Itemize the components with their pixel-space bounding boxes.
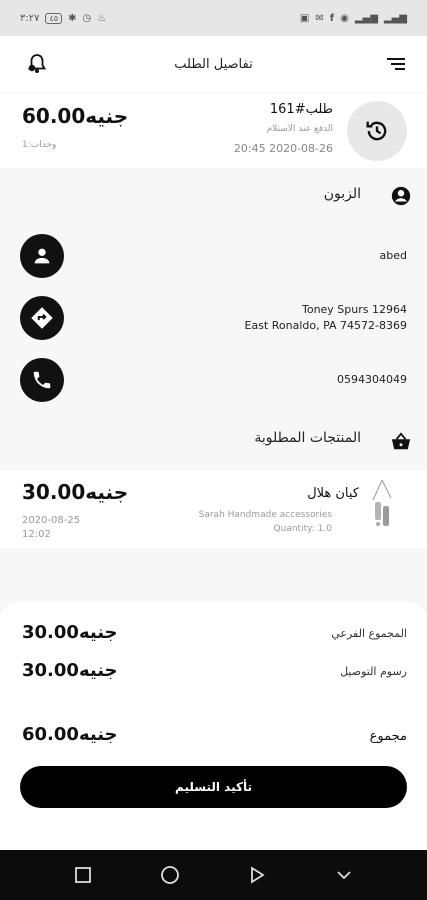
system-nav-bar (0, 850, 427, 900)
product-date-time: 12:02 (22, 529, 51, 540)
recents-button[interactable] (68, 860, 98, 890)
product-date: 2020-08-25 12:02 (22, 514, 80, 542)
mail-icon: ✉ (315, 12, 324, 24)
order-totals-panel: 30.00جنيه المجموع الفرعي 30.00جنيه رسوم … (0, 602, 427, 850)
app-notification-icon: ▣ (299, 12, 310, 24)
alarm-icon: ◷ (82, 12, 92, 24)
customer-address-row[interactable]: Toney Spurs 12964 East Ronaldo, PA 74572… (0, 296, 427, 340)
product-date-day: 2020-08-25 (22, 515, 81, 526)
subtotal-label: المجموع الفرعي (331, 627, 407, 640)
product-quantity: Quantity: 1.0 (273, 524, 332, 534)
page-title: تفاصيل الطلب (174, 56, 253, 72)
signal-icon: ▂▄▆ (354, 12, 378, 24)
menu-icon[interactable] (381, 49, 411, 79)
account-circle-icon (389, 184, 413, 208)
total-label: مجموع (369, 729, 407, 744)
status-time: ٣:٢٧ (20, 12, 40, 24)
customer-name: abed (379, 249, 407, 262)
signal-icon-2: ▂▄▆ (383, 12, 407, 24)
product-image (365, 478, 399, 538)
customer-name-row: abed (0, 234, 427, 278)
address-line-1: Toney Spurs 12964 (301, 303, 407, 316)
subtotal-value: 30.00جنيه (22, 622, 118, 643)
confirm-delivery-button[interactable]: تأكيد التسليم (20, 766, 407, 808)
notification-icon: ♨ (97, 12, 107, 24)
order-number: طلب#161 (269, 102, 333, 117)
chevron-down-icon[interactable] (329, 860, 359, 890)
customer-phone: 0594304049 (337, 373, 407, 386)
customer-address: Toney Spurs 12964 East Ronaldo, PA 74572… (245, 302, 408, 334)
bluetooth-icon: ✱ (68, 12, 77, 24)
product-item[interactable]: 30.00جنيه 2020-08-25 12:02 كيان هلال Sar… (0, 470, 427, 548)
address-line-2: East Ronaldo, PA 74572-8369 (244, 319, 408, 332)
total-value: 60.00جنيه (22, 724, 118, 745)
status-bar: ٣:٢٧ ٤٥ ✱ ◷ ♨ ▣ ✉ f ◉ ▂▄▆ ▂▄▆ (0, 0, 427, 36)
product-store: Sarah Handmade accessories (198, 510, 332, 520)
order-units: وحدات:1 (22, 140, 57, 150)
person-icon (20, 234, 64, 278)
product-price: 30.00جنيه (22, 480, 129, 504)
order-date: 20:45 2020-08-26 (233, 142, 333, 155)
payment-method: الدفع عند الاستلام (266, 124, 333, 134)
wifi-icon: ◉ (340, 12, 349, 24)
basket-icon (389, 430, 413, 454)
history-icon (366, 121, 387, 141)
subtotal-row: 30.00جنيه المجموع الفرعي (22, 622, 407, 646)
product-name: كيان هلال (307, 486, 359, 501)
total-row: 60.00جنيه مجموع (22, 724, 407, 748)
customer-section-title: الزبون (323, 186, 361, 202)
bell-icon[interactable] (22, 49, 52, 79)
order-summary-card: 60.00جنيه وحدات:1 طلب#161 الدفع عند الاس… (0, 94, 427, 168)
home-button[interactable] (155, 860, 185, 890)
phone-icon (20, 358, 64, 402)
facebook-icon: f (329, 12, 335, 24)
products-section-title: المنتجات المطلوبة (254, 430, 361, 446)
back-button[interactable] (242, 860, 272, 890)
delivery-fee-row: 30.00جنيه رسوم التوصيل (22, 660, 407, 684)
order-status-button[interactable] (347, 101, 407, 161)
order-price: 60.00جنيه (22, 104, 129, 128)
directions-icon (20, 296, 64, 340)
customer-phone-row[interactable]: 0594304049 (0, 358, 427, 402)
delivery-fee-value: 30.00جنيه (22, 660, 118, 681)
delivery-fee-label: رسوم التوصيل (340, 665, 407, 678)
battery-indicator: ٤٥ (45, 12, 63, 24)
app-bar: تفاصيل الطلب (0, 36, 427, 92)
